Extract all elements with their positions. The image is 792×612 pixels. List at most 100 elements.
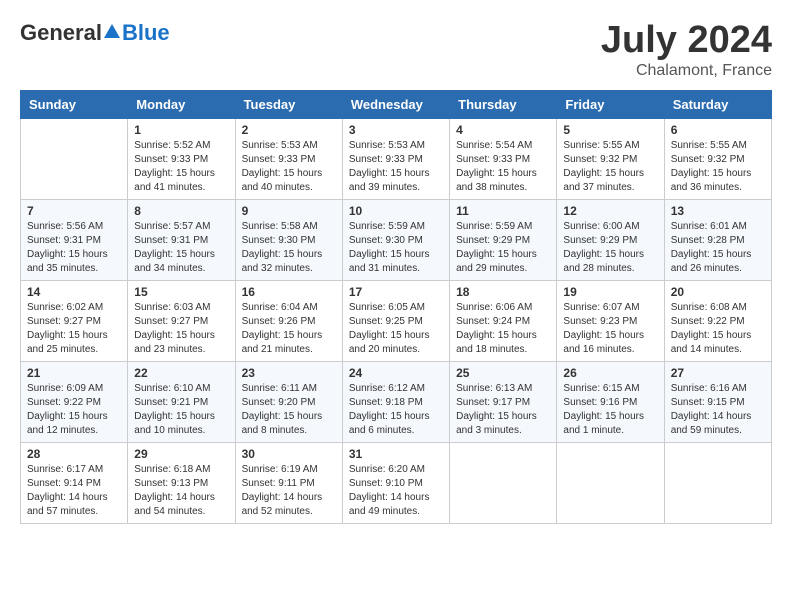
day-number: 22 [134,366,228,380]
calendar-cell: 4Sunrise: 5:54 AMSunset: 9:33 PMDaylight… [450,118,557,199]
calendar-week-row: 7Sunrise: 5:56 AMSunset: 9:31 PMDaylight… [21,199,772,280]
sunset-text: Sunset: 9:28 PM [671,234,765,248]
cell-content: Sunrise: 6:16 AMSunset: 9:15 PMDaylight:… [671,382,765,438]
calendar-week-row: 14Sunrise: 6:02 AMSunset: 9:27 PMDayligh… [21,280,772,361]
sunset-text: Sunset: 9:20 PM [242,396,336,410]
sunrise-text: Sunrise: 6:05 AM [349,301,443,315]
day-number: 3 [349,123,443,137]
sunset-text: Sunset: 9:16 PM [563,396,657,410]
daylight-text: Daylight: 15 hours and 37 minutes. [563,167,657,195]
sunset-text: Sunset: 9:27 PM [27,315,121,329]
sunset-text: Sunset: 9:33 PM [456,153,550,167]
sunset-text: Sunset: 9:32 PM [563,153,657,167]
calendar-cell: 2Sunrise: 5:53 AMSunset: 9:33 PMDaylight… [235,118,342,199]
day-number: 10 [349,204,443,218]
sunrise-text: Sunrise: 6:12 AM [349,382,443,396]
logo-general-text: General [20,20,102,46]
daylight-text: Daylight: 14 hours and 54 minutes. [134,491,228,519]
daylight-text: Daylight: 15 hours and 39 minutes. [349,167,443,195]
calendar-cell: 13Sunrise: 6:01 AMSunset: 9:28 PMDayligh… [664,199,771,280]
sunset-text: Sunset: 9:23 PM [563,315,657,329]
calendar-cell [664,442,771,523]
day-number: 8 [134,204,228,218]
page-header: General Blue July 2024 Chalamont, France [20,20,772,80]
daylight-text: Daylight: 15 hours and 21 minutes. [242,329,336,357]
calendar-cell: 3 Sunrise: 5:53 AMSunset: 9:33 PMDaylight… [342,118,449,199]
cell-content: Sunrise: 5:58 AMSunset: 9:30 PMDaylight:… [242,220,336,276]
sunrise-text: Sunrise: 5:58 AM [242,220,336,234]
day-header: Friday [557,90,664,118]
sunset-text: Sunset: 9:22 PM [671,315,765,329]
day-number: 1 [134,123,228,137]
sunrise-text: Sunrise: 6:08 AM [671,301,765,315]
cell-content: Sunrise: 6:01 AMSunset: 9:28 PMDaylight:… [671,220,765,276]
sunrise-text: Sunrise: 5:53 AM [349,139,443,153]
cell-content: Sunrise: 6:04 AMSunset: 9:26 PMDaylight:… [242,301,336,357]
cell-content: Sunrise: 6:20 AMSunset: 9:10 PMDaylight:… [349,463,443,519]
day-number: 9 [242,204,336,218]
daylight-text: Daylight: 15 hours and 38 minutes. [456,167,550,195]
calendar-cell [450,442,557,523]
sunset-text: Sunset: 9:15 PM [671,396,765,410]
cell-content: Sunrise: 6:18 AMSunset: 9:13 PMDaylight:… [134,463,228,519]
daylight-text: Daylight: 15 hours and 40 minutes. [242,167,336,195]
calendar-cell: 20 Sunrise: 6:08 AMSunset: 9:22 PMDayligh… [664,280,771,361]
sunrise-text: Sunrise: 6:19 AM [242,463,336,477]
day-number: 21 [27,366,121,380]
sunset-text: Sunset: 9:13 PM [134,477,228,491]
cell-content: Sunrise: 6:13 AMSunset: 9:17 PMDaylight:… [456,382,550,438]
sunrise-text: Sunrise: 5:55 AM [563,139,657,153]
calendar-cell: 30 Sunrise: 6:19 AMSunset: 9:11 PMDayligh… [235,442,342,523]
day-number: 20 [671,285,765,299]
day-number: 30 [242,447,336,461]
sunrise-text: Sunrise: 5:57 AM [134,220,228,234]
sunset-text: Sunset: 9:33 PM [349,153,443,167]
cell-content: Sunrise: 6:11 AMSunset: 9:20 PMDaylight:… [242,382,336,438]
cell-content: Sunrise: 6:05 AMSunset: 9:25 PMDaylight:… [349,301,443,357]
day-number: 18 [456,285,550,299]
calendar-week-row: 1Sunrise: 5:52 AMSunset: 9:33 PMDaylight… [21,118,772,199]
day-number: 24 [349,366,443,380]
calendar-cell: 29Sunrise: 6:18 AMSunset: 9:13 PMDayligh… [128,442,235,523]
day-number: 11 [456,204,550,218]
day-number: 12 [563,204,657,218]
sunset-text: Sunset: 9:14 PM [27,477,121,491]
daylight-text: Daylight: 15 hours and 41 minutes. [134,167,228,195]
sunrise-text: Sunrise: 5:55 AM [671,139,765,153]
cell-content: Sunrise: 5:56 AMSunset: 9:31 PMDaylight:… [27,220,121,276]
calendar-cell [557,442,664,523]
day-header: Wednesday [342,90,449,118]
day-header: Tuesday [235,90,342,118]
cell-content: Sunrise: 5:59 AMSunset: 9:29 PMDaylight:… [456,220,550,276]
sunset-text: Sunset: 9:33 PM [134,153,228,167]
daylight-text: Daylight: 15 hours and 12 minutes. [27,410,121,438]
sunset-text: Sunset: 9:25 PM [349,315,443,329]
sunrise-text: Sunrise: 6:07 AM [563,301,657,315]
day-number: 23 [242,366,336,380]
daylight-text: Daylight: 15 hours and 36 minutes. [671,167,765,195]
sunrise-text: Sunrise: 6:17 AM [27,463,121,477]
cell-content: Sunrise: 6:19 AMSunset: 9:11 PMDaylight:… [242,463,336,519]
day-header: Monday [128,90,235,118]
sunrise-text: Sunrise: 6:20 AM [349,463,443,477]
calendar-cell: 9 Sunrise: 5:58 AMSunset: 9:30 PMDaylight… [235,199,342,280]
cell-content: Sunrise: 6:08 AMSunset: 9:22 PMDaylight:… [671,301,765,357]
day-number: 17 [349,285,443,299]
daylight-text: Daylight: 15 hours and 35 minutes. [27,248,121,276]
daylight-text: Daylight: 14 hours and 52 minutes. [242,491,336,519]
day-number: 26 [563,366,657,380]
sunrise-text: Sunrise: 6:02 AM [27,301,121,315]
calendar-cell: 16Sunrise: 6:04 AMSunset: 9:26 PMDayligh… [235,280,342,361]
day-number: 6 [671,123,765,137]
sunset-text: Sunset: 9:30 PM [349,234,443,248]
title-block: July 2024 Chalamont, France [601,20,772,80]
month-title: July 2024 [601,20,772,62]
daylight-text: Daylight: 15 hours and 16 minutes. [563,329,657,357]
sunrise-text: Sunrise: 5:59 AM [349,220,443,234]
sunset-text: Sunset: 9:10 PM [349,477,443,491]
cell-content: Sunrise: 5:53 AMSunset: 9:33 PMDaylight:… [242,139,336,195]
calendar-cell: 5Sunrise: 5:55 AMSunset: 9:32 PMDaylight… [557,118,664,199]
day-number: 15 [134,285,228,299]
sunrise-text: Sunrise: 5:56 AM [27,220,121,234]
cell-content: Sunrise: 5:55 AMSunset: 9:32 PMDaylight:… [671,139,765,195]
